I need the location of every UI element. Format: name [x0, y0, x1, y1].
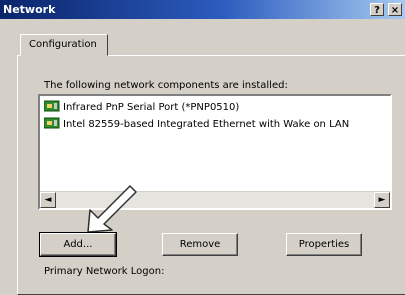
window-title: Network — [3, 3, 56, 16]
remove-button[interactable]: Remove — [162, 233, 238, 256]
components-caption: The following network components are ins… — [44, 80, 288, 91]
properties-button[interactable]: Properties — [286, 233, 362, 256]
component-label: Intel 82559-based Integrated Ethernet wi… — [63, 119, 350, 130]
list-item[interactable]: Infrared PnP Serial Port (*PNP0510) — [43, 100, 240, 114]
scroll-left-button[interactable]: ◄ — [40, 192, 56, 208]
scroll-right-button[interactable]: ► — [374, 192, 390, 208]
help-button[interactable]: ? — [370, 3, 384, 16]
close-button[interactable]: × — [388, 3, 402, 16]
network-card-icon — [43, 117, 60, 129]
component-label: Infrared PnP Serial Port (*PNP0510) — [63, 102, 240, 113]
add-button[interactable]: Add... — [39, 232, 117, 257]
title-bar: Network ? × — [0, 0, 405, 19]
list-item[interactable]: Intel 82559-based Integrated Ethernet wi… — [43, 117, 350, 131]
pointer-arrow-icon — [87, 185, 137, 233]
network-card-icon — [43, 100, 60, 112]
primary-logon-label: Primary Network Logon: — [44, 266, 165, 277]
tab-configuration[interactable]: Configuration — [20, 34, 108, 56]
